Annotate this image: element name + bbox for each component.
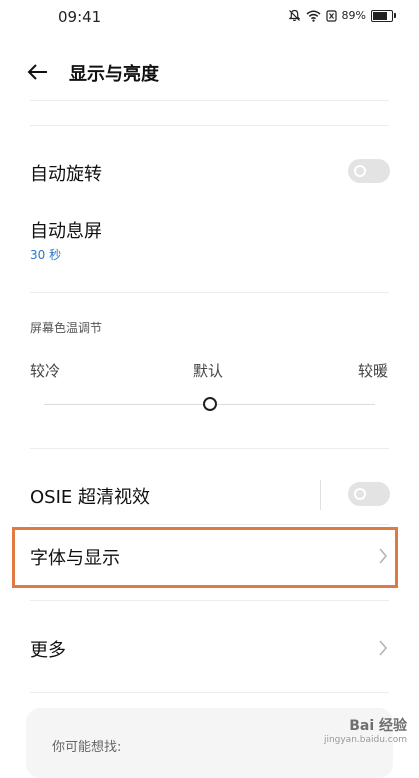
- osie-label: OSIE 超清视效: [30, 487, 150, 508]
- page-title: 显示与亮度: [69, 64, 159, 85]
- divider: [30, 692, 389, 693]
- back-button[interactable]: [24, 58, 52, 86]
- status-bar: 09:41 89%: [0, 0, 419, 34]
- highlight-annotation: [12, 527, 398, 588]
- divider: [30, 600, 389, 601]
- suggestions-title: 你可能想找:: [52, 740, 122, 755]
- osie-vertical-divider: [320, 480, 321, 510]
- auto-rotate-toggle[interactable]: [348, 159, 390, 183]
- osie-toggle[interactable]: [348, 482, 390, 506]
- divider: [30, 125, 389, 126]
- status-icons: 89%: [288, 9, 396, 22]
- divider: [30, 292, 389, 293]
- divider: [30, 448, 389, 449]
- toggle-knob: [354, 488, 366, 500]
- battery-level-fill: [373, 11, 387, 20]
- watermark: Bai 经验 jingyan.baidu.com: [324, 715, 407, 745]
- wifi-icon: [306, 10, 321, 22]
- divider: [30, 100, 389, 101]
- more-label: 更多: [30, 640, 66, 661]
- watermark-sub: jingyan.baidu.com: [323, 735, 407, 745]
- mute-bell-icon: [288, 9, 300, 22]
- divider: [30, 524, 389, 525]
- color-temp-cold-label: 较冷: [30, 362, 61, 380]
- toggle-knob: [354, 165, 366, 177]
- color-temp-warm-label: 较暖: [358, 362, 389, 380]
- auto-rotate-label: 自动旋转: [30, 164, 102, 185]
- battery-icon: [371, 9, 396, 22]
- color-temp-default-label: 默认: [193, 362, 224, 380]
- back-arrow-icon: [27, 64, 47, 80]
- header: 显示与亮度: [0, 50, 419, 94]
- battery-percent: 89%: [341, 9, 366, 22]
- no-sim-icon: [325, 9, 337, 22]
- watermark-text: Bai 经验: [349, 718, 407, 734]
- auto-sleep-label: 自动息屏: [30, 221, 102, 242]
- auto-sleep-value: 30 秒: [30, 248, 62, 262]
- color-temp-slider-thumb[interactable]: [202, 397, 217, 411]
- status-time: 09:41: [58, 8, 102, 26]
- color-temp-section-label: 屏幕色温调节: [30, 321, 103, 335]
- chevron-right-icon: [379, 640, 388, 656]
